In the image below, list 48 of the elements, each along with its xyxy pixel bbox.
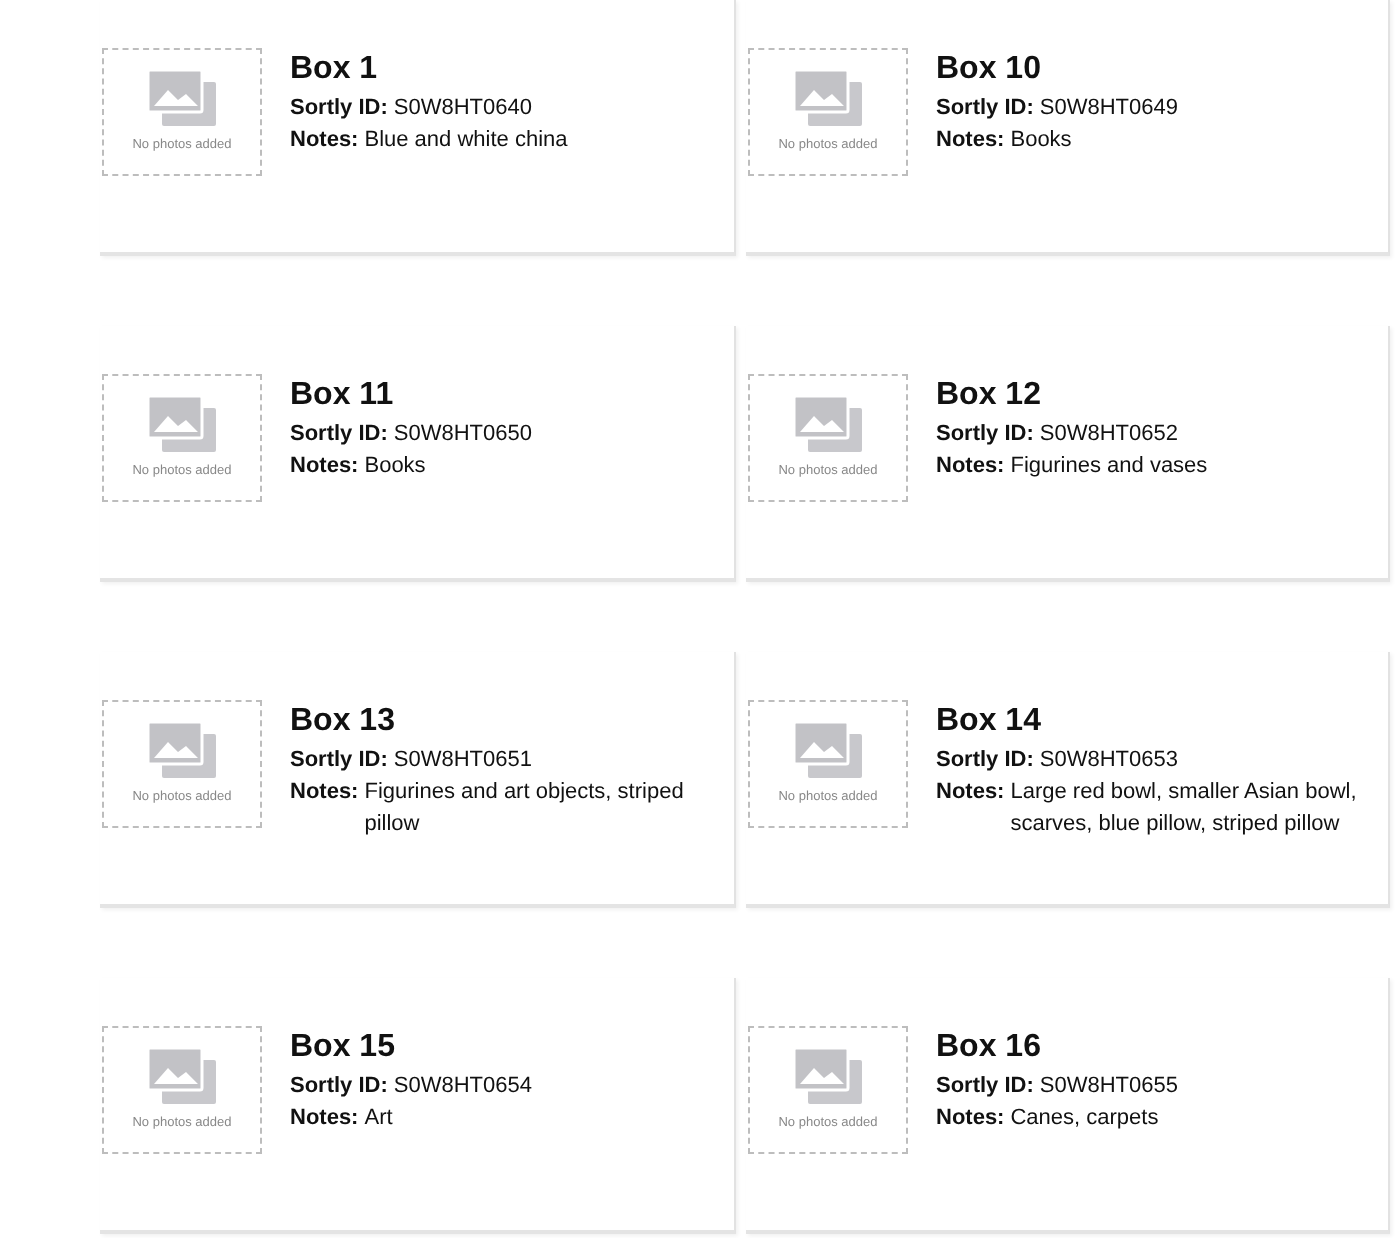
notes-label: Notes: bbox=[936, 452, 1005, 482]
id-label: Sortly ID: bbox=[290, 746, 388, 776]
notes-text: Books bbox=[364, 452, 426, 482]
id-label: Sortly ID: bbox=[290, 420, 388, 450]
notes-text: Figurines and art objects, striped pillow bbox=[364, 778, 686, 840]
box-title: Box 12 bbox=[936, 376, 1043, 416]
box-title: Box 11 bbox=[290, 376, 396, 416]
id-label: Sortly ID: bbox=[936, 1072, 1034, 1102]
sortly-id: S0W8HT0651 bbox=[393, 746, 532, 776]
notes-text: Figurines and vases bbox=[1010, 452, 1208, 482]
box-title: Box 13 bbox=[290, 702, 397, 742]
sortly-id: S0W8HT0652 bbox=[1039, 420, 1178, 450]
image-icon bbox=[148, 1048, 216, 1104]
sortly-id: S0W8HT0654 bbox=[393, 1072, 532, 1102]
box-title: Box 1 bbox=[290, 50, 380, 90]
notes-text: Canes, carpets bbox=[1010, 1104, 1159, 1134]
id-label: Sortly ID: bbox=[290, 94, 388, 124]
image-icon bbox=[794, 396, 862, 452]
id-label: Sortly ID: bbox=[290, 1072, 388, 1102]
notes-label: Notes: bbox=[290, 126, 359, 156]
image-icon bbox=[794, 1048, 862, 1104]
notes-label: Notes: bbox=[936, 778, 1005, 808]
notes-text: Blue and white china bbox=[364, 126, 568, 156]
box-title: Box 14 bbox=[936, 702, 1043, 742]
notes-label: Notes: bbox=[290, 778, 359, 808]
notes-text: Art bbox=[364, 1104, 393, 1134]
notes-label: Notes: bbox=[290, 1104, 359, 1134]
box-title: Box 10 bbox=[936, 50, 1043, 90]
notes-label: Notes: bbox=[936, 1104, 1005, 1134]
image-icon bbox=[794, 722, 862, 778]
sortly-id: S0W8HT0640 bbox=[393, 94, 532, 124]
image-icon bbox=[148, 396, 216, 452]
notes-text: Books bbox=[1010, 126, 1072, 156]
id-label: Sortly ID: bbox=[936, 746, 1034, 776]
sortly-id: S0W8HT0653 bbox=[1039, 746, 1178, 776]
sortly-id: S0W8HT0650 bbox=[393, 420, 532, 450]
image-icon bbox=[794, 70, 862, 126]
box-title: Box 16 bbox=[936, 1028, 1043, 1068]
image-icon bbox=[148, 722, 216, 778]
id-label: Sortly ID: bbox=[936, 94, 1034, 124]
notes-label: Notes: bbox=[290, 452, 359, 482]
sortly-id: S0W8HT0649 bbox=[1039, 94, 1178, 124]
box-title: Box 15 bbox=[290, 1028, 397, 1068]
image-icon bbox=[148, 70, 216, 126]
notes-text: Large red bowl, smaller Asian bowl, scarves, blue pillow, striped pillow bbox=[1010, 778, 1359, 840]
id-label: Sortly ID: bbox=[936, 420, 1034, 450]
sortly-id: S0W8HT0655 bbox=[1039, 1072, 1178, 1102]
notes-label: Notes: bbox=[936, 126, 1005, 156]
